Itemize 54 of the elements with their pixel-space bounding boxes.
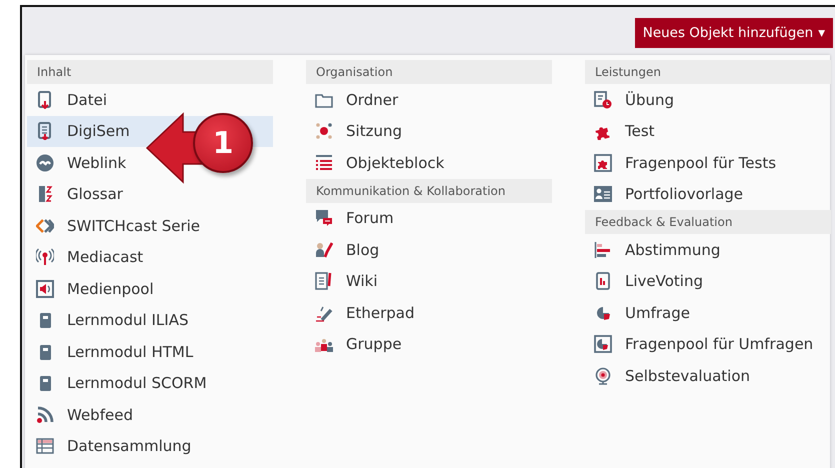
- list-icon: [315, 154, 333, 172]
- group-heading: Feedback & Evaluation: [585, 210, 831, 234]
- menu-item[interactable]: Abstimmung: [585, 234, 831, 266]
- menu-item[interactable]: Glossar: [27, 178, 273, 210]
- menu-item[interactable]: Fragenpool für Umfragen: [585, 328, 831, 360]
- group-heading: Kommunikation & Kollaboration: [306, 178, 552, 202]
- group-heading: Organisation: [306, 60, 552, 84]
- menu-item[interactable]: Übung: [585, 84, 831, 116]
- menu-item[interactable]: Fragenpool für Tests: [585, 147, 831, 178]
- menu-item[interactable]: Mediacast: [27, 242, 273, 273]
- menu-item[interactable]: Umfrage: [585, 297, 831, 328]
- glossary-icon: [36, 185, 54, 204]
- menu-item[interactable]: Sitzung: [306, 116, 552, 147]
- menu-item[interactable]: Lernmodul HTML: [27, 336, 273, 368]
- menu-item[interactable]: Test: [585, 116, 831, 147]
- profile-card-icon: [594, 185, 612, 204]
- menu-item[interactable]: Etherpad: [306, 297, 552, 328]
- link-icon: [36, 154, 54, 172]
- menu-item[interactable]: Selbstevaluation: [585, 360, 831, 392]
- feed-icon: [36, 406, 54, 424]
- menu-item[interactable]: Lernmodul SCORM: [27, 368, 273, 399]
- webcam-icon: [594, 366, 612, 385]
- menu-item[interactable]: Portfoliovorlage: [585, 178, 831, 210]
- menu-item[interactable]: Gruppe: [306, 328, 552, 360]
- group-heading: Inhalt: [27, 60, 273, 84]
- speaker-icon: [36, 280, 54, 298]
- menu-item[interactable]: SWITCHcast Serie: [27, 210, 273, 242]
- phone-chart-icon: [594, 272, 612, 290]
- dots-icon: [315, 122, 333, 140]
- chevrons-icon: [36, 216, 54, 235]
- menu-item[interactable]: Webfeed: [27, 399, 273, 430]
- bar-chart-icon: [594, 240, 612, 259]
- person-pencil-icon: [315, 240, 333, 259]
- menu-item[interactable]: Forum: [306, 202, 552, 234]
- document-download-icon: [36, 122, 54, 140]
- add-object-button[interactable]: Neues Objekt hinzufügen ▾: [634, 18, 833, 48]
- menu-item[interactable]: Wiki: [306, 266, 552, 297]
- menu-item[interactable]: Objekteblock: [306, 147, 552, 178]
- menu-item[interactable]: Datensammlung: [27, 430, 273, 462]
- document-pencil-icon: [315, 272, 333, 290]
- document-clock-icon: [594, 90, 612, 109]
- file-download-icon: [36, 90, 54, 109]
- menu-item[interactable]: Medienpool: [27, 273, 273, 304]
- group-heading: Leistungen: [585, 60, 831, 84]
- menu-item[interactable]: Ordner: [306, 84, 552, 116]
- framed-pie-icon: [594, 335, 612, 354]
- table-icon: [36, 437, 54, 456]
- framed-puzzle-icon: [594, 154, 612, 172]
- menu-item[interactable]: Blog: [306, 234, 552, 266]
- chat-icon: [315, 209, 333, 228]
- menu-item[interactable]: LiveVoting: [585, 266, 831, 297]
- menu-item[interactable]: Lernmodul ILIAS: [27, 304, 273, 336]
- menu-item[interactable]: Datei: [27, 84, 273, 116]
- antenna-icon: [36, 248, 54, 266]
